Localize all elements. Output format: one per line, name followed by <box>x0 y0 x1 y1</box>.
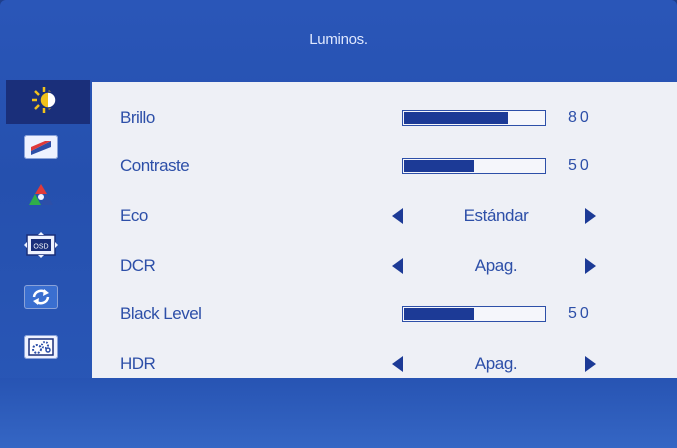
brillo-value: 80 <box>568 109 592 126</box>
eco-label: Eco <box>120 206 148 225</box>
page-title: Luminos. <box>0 0 677 78</box>
dcr-left-arrow-icon[interactable] <box>392 258 403 274</box>
eco-right-arrow-icon[interactable] <box>585 208 596 224</box>
tab-settings[interactable] <box>16 330 66 364</box>
settings-panel: Brillo 80 Contraste 50 Eco Estándar DCR … <box>92 82 677 378</box>
reset-icon <box>24 285 58 309</box>
contraste-label: Contraste <box>120 156 190 175</box>
color-icon <box>24 181 58 214</box>
footer-bar <box>0 378 677 448</box>
brillo-fill <box>404 112 508 124</box>
black-level-row[interactable]: Black Level 50 <box>92 294 677 334</box>
brillo-row[interactable]: Brillo 80 <box>92 98 677 138</box>
dcr-label: DCR <box>120 256 156 275</box>
black-level-slider[interactable] <box>402 306 546 322</box>
black-level-label: Black Level <box>120 304 202 323</box>
osd-icon: OSD <box>21 230 61 265</box>
tab-reset[interactable] <box>16 280 66 314</box>
brillo-slider[interactable] <box>402 110 546 126</box>
title-text: Luminos. <box>309 30 368 48</box>
hdr-left-arrow-icon[interactable] <box>392 356 403 372</box>
image-icon <box>24 135 58 159</box>
tab-image[interactable] <box>16 130 66 164</box>
black-level-value: 50 <box>568 305 592 322</box>
tab-color[interactable] <box>16 180 66 214</box>
eco-value: Estándar <box>463 206 529 225</box>
dcr-right-arrow-icon[interactable] <box>585 258 596 274</box>
contraste-value: 50 <box>568 157 592 174</box>
black-level-fill <box>404 308 474 320</box>
osd-window: Luminos. OSD Brillo 80 Contraste 50 Eco … <box>0 0 677 448</box>
eco-row[interactable]: Eco Estándar <box>92 196 677 236</box>
eco-left-arrow-icon[interactable] <box>392 208 403 224</box>
contraste-row[interactable]: Contraste 50 <box>92 146 677 186</box>
hdr-right-arrow-icon[interactable] <box>585 356 596 372</box>
contraste-slider[interactable] <box>402 158 546 174</box>
hdr-label: HDR <box>120 354 156 373</box>
osd-icon-text: OSD <box>33 243 48 250</box>
brillo-label: Brillo <box>120 108 155 127</box>
tab-osd[interactable]: OSD <box>16 230 66 264</box>
brightness-icon <box>30 85 66 120</box>
hdr-value: Apag. <box>474 354 518 373</box>
dcr-value: Apag. <box>474 256 518 275</box>
sidebar: OSD <box>6 80 90 380</box>
dcr-row[interactable]: DCR Apag. <box>92 246 677 286</box>
tab-brightness[interactable] <box>6 80 90 124</box>
settings-icon <box>24 335 58 359</box>
contraste-fill <box>404 160 474 172</box>
